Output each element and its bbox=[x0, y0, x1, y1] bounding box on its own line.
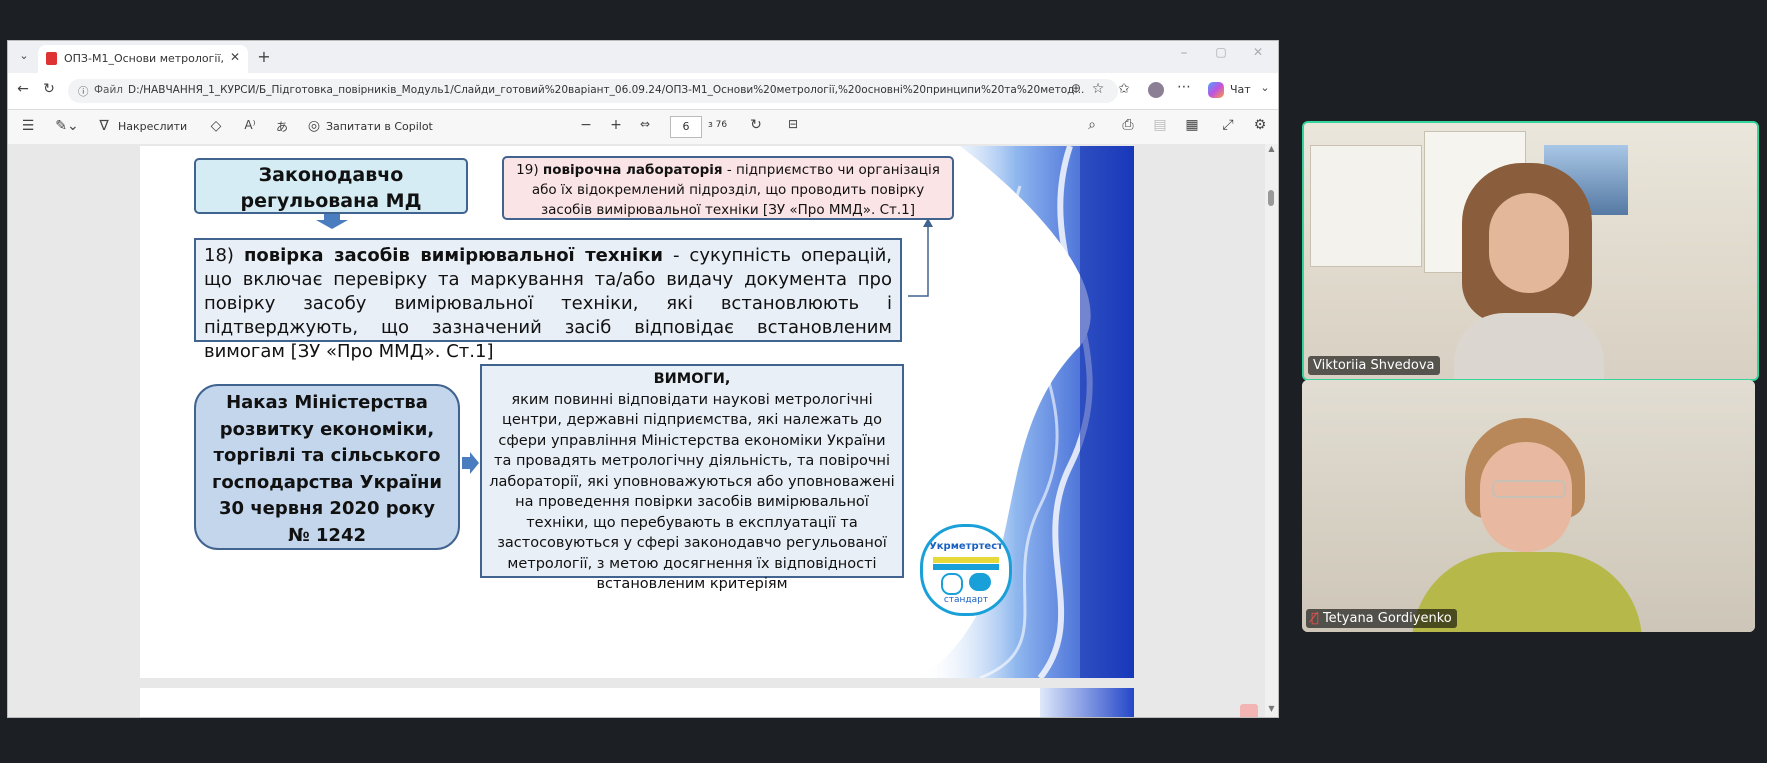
translate-icon[interactable]: あ bbox=[272, 118, 292, 135]
eraser-icon[interactable]: ◇ bbox=[208, 118, 224, 134]
back-arrow-icon[interactable]: ← bbox=[14, 81, 32, 97]
page-view-icon[interactable]: ⊟ bbox=[784, 117, 802, 131]
close-tab-icon[interactable]: ✕ bbox=[228, 50, 242, 64]
person-face bbox=[1489, 193, 1569, 293]
definition-19-box: 19) повірочна лабораторія - підприємство… bbox=[502, 156, 954, 220]
tab-pdf[interactable]: ОПЗ-М1_Основи метрології, осн ✕ bbox=[38, 45, 248, 73]
minimize-icon[interactable]: – bbox=[1176, 45, 1192, 61]
participant-name-tag: 🎙̸ Tetyana Gordiyenko bbox=[1306, 609, 1457, 628]
fullscreen-icon[interactable]: ⤢ bbox=[1220, 117, 1236, 133]
logo-right-circle-icon bbox=[969, 573, 991, 591]
certificate-image bbox=[1310, 145, 1422, 267]
more-menu-icon[interactable]: ⋯ bbox=[1176, 79, 1192, 95]
page-number-input[interactable]: 6 bbox=[670, 116, 702, 138]
ukrmetrtest-logo: Укрметртест стандарт bbox=[920, 524, 1012, 616]
draw-icon[interactable]: ∇ bbox=[96, 118, 112, 134]
def19-number: 19) bbox=[516, 162, 539, 178]
pdf-toolbar: ☰ ✎⌄ ∇ Накреслити ◇ A⁾ あ ◎ Запитати в Co… bbox=[8, 110, 1278, 145]
definition-18-box: 18) повірка засобів вимірювальної технік… bbox=[194, 238, 902, 362]
print-icon[interactable]: ⎙ bbox=[1120, 117, 1136, 133]
contents-list-icon[interactable]: ☰ bbox=[20, 118, 36, 134]
logo-yellow-stripe bbox=[933, 557, 999, 563]
scrollbar-thumb[interactable] bbox=[1268, 190, 1274, 206]
requirements-text: яким повинні відповідати наукові метроло… bbox=[489, 391, 895, 593]
address-url: D:/НАВЧАННЯ_1_КУРСИ/Б_Підготовка_повірни… bbox=[128, 84, 1085, 96]
scroll-down-icon[interactable]: ▼ bbox=[1265, 704, 1278, 713]
down-arrow-icon bbox=[316, 214, 348, 229]
save-as-icon[interactable]: ▦ bbox=[1184, 117, 1200, 133]
address-prefix: Файл bbox=[94, 84, 124, 96]
favorite-star-icon[interactable]: ☆ bbox=[1090, 81, 1106, 97]
address-field[interactable]: ⓘ Файл D:/НАВЧАННЯ_1_КУРСИ/Б_Підготовка_… bbox=[68, 79, 1118, 103]
logo-top-text: Укрметртест bbox=[929, 541, 1003, 552]
acrobat-icon[interactable] bbox=[1240, 704, 1258, 717]
logo-left-circle-icon bbox=[941, 573, 963, 595]
highlight-icon[interactable]: ✎⌄ bbox=[52, 118, 82, 134]
tab-list-chevron-icon[interactable]: ⌄ bbox=[16, 49, 32, 62]
person-glasses bbox=[1492, 480, 1566, 498]
right-arrow-icon bbox=[462, 452, 479, 474]
rotate-icon[interactable]: ↻ bbox=[748, 117, 764, 133]
connector-arrow bbox=[908, 218, 933, 297]
vertical-scrollbar[interactable]: ▲ ▼ bbox=[1265, 144, 1278, 717]
favorites-icon[interactable]: ✩ bbox=[1116, 81, 1132, 97]
refresh-icon[interactable]: ↻ bbox=[40, 81, 58, 97]
zoom-in-icon[interactable]: + bbox=[608, 117, 624, 133]
ministry-order-box: Наказ Міністерства розвитку економіки, т… bbox=[194, 384, 460, 550]
profile-avatar[interactable] bbox=[1148, 82, 1164, 98]
legal-metrology-box: Законодавчо регульована МД bbox=[194, 158, 468, 214]
requirements-box: ВИМОГИ, яким повинні відповідати наукові… bbox=[480, 364, 904, 592]
logo-blue-stripe bbox=[933, 564, 999, 570]
info-icon: ⓘ bbox=[78, 86, 89, 98]
search-icon[interactable]: ⌕ bbox=[1084, 117, 1100, 133]
close-window-icon[interactable]: ✕ bbox=[1250, 45, 1266, 59]
copilot-icon[interactable] bbox=[1208, 82, 1224, 98]
tab-bar: ⌄ ОПЗ-М1_Основи метрології, осн ✕ + – ▢ … bbox=[8, 41, 1278, 73]
zoom-icon[interactable]: ⊕ bbox=[1068, 81, 1084, 95]
pdf-file-icon bbox=[46, 52, 57, 65]
maximize-icon[interactable]: ▢ bbox=[1213, 45, 1229, 59]
logo-bottom-text: стандарт bbox=[943, 595, 989, 605]
def19-term: повірочна лабораторія bbox=[542, 162, 723, 178]
video-tile-participant[interactable]: 🎙̸ Tetyana Gordiyenko bbox=[1302, 380, 1755, 632]
page-total: з 76 bbox=[708, 120, 728, 130]
scroll-up-icon[interactable]: ▲ bbox=[1265, 144, 1278, 153]
requirements-title: ВИМОГИ, bbox=[653, 371, 731, 387]
person-shoulders bbox=[1454, 313, 1604, 379]
participant-name: Tetyana Gordiyenko bbox=[1322, 611, 1452, 626]
tab-title: ОПЗ-М1_Основи метрології, осн bbox=[64, 52, 224, 65]
slide-page: Законодавчо регульована МД 19) повірочна… bbox=[140, 146, 1134, 678]
settings-gear-icon[interactable]: ⚙ bbox=[1252, 117, 1268, 133]
copilot-chat-icon[interactable]: ◎ bbox=[306, 118, 322, 134]
next-slide-swirl bbox=[1040, 688, 1134, 717]
address-bar-row: ← ↻ ⓘ Файл D:/НАВЧАННЯ_1_КУРСИ/Б_Підгото… bbox=[8, 73, 1278, 110]
pdf-viewer[interactable]: Законодавчо регульована МД 19) повірочна… bbox=[8, 144, 1265, 717]
def18-term: повірка засобів вимірювальної техніки bbox=[243, 245, 663, 266]
next-slide-page bbox=[140, 688, 1134, 717]
chat-label[interactable]: Чат bbox=[1230, 83, 1251, 96]
participant-name: Viktoriia Shvedova bbox=[1308, 356, 1440, 375]
muted-mic-icon: 🎙̸ bbox=[1311, 611, 1319, 626]
read-aloud-icon[interactable]: A⁾ bbox=[240, 118, 260, 132]
def18-number: 18) bbox=[204, 245, 234, 266]
ask-copilot-button[interactable]: Запитати в Copilot bbox=[326, 120, 433, 133]
video-tile-speaker[interactable]: Viktoriia Shvedova bbox=[1302, 121, 1759, 381]
zoom-out-icon[interactable]: − bbox=[578, 117, 594, 133]
chat-chevron-icon[interactable]: ⌄ bbox=[1258, 81, 1272, 94]
new-tab-plus-icon[interactable]: + bbox=[256, 47, 272, 66]
draw-button[interactable]: Накреслити bbox=[118, 120, 187, 133]
browser-window: ⌄ ОПЗ-М1_Основи метрології, осн ✕ + – ▢ … bbox=[7, 40, 1279, 718]
fit-page-icon[interactable]: ⇔ bbox=[636, 117, 654, 131]
save-icon[interactable]: ▤ bbox=[1152, 117, 1168, 133]
